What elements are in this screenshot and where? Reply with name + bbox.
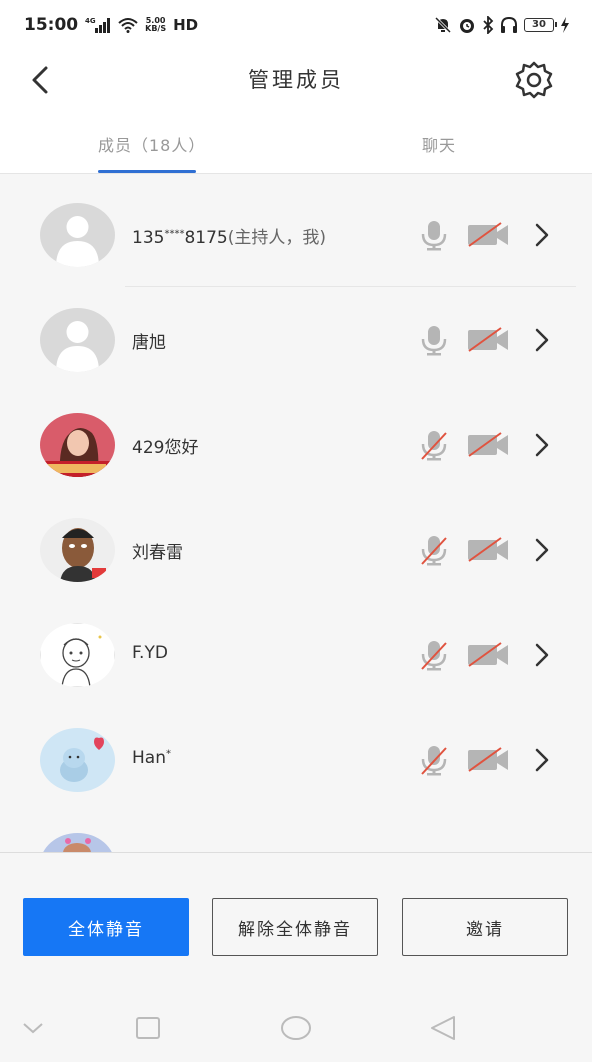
tab-members[interactable]: 成员（18人） [98, 132, 205, 156]
microphone-muted-icon[interactable] [420, 429, 448, 461]
chevron-right-icon[interactable] [532, 747, 552, 773]
chevron-right-icon[interactable] [532, 327, 552, 353]
battery-indicator: 30 [524, 18, 557, 32]
member-name: 429您好 [132, 438, 199, 458]
camera-off-icon[interactable] [467, 327, 509, 353]
photo-avatar [40, 413, 115, 477]
camera-off-icon[interactable] [467, 432, 509, 458]
charging-icon [561, 17, 569, 33]
member-name: 唐旭 [132, 333, 166, 353]
wifi-icon [118, 18, 138, 33]
camera-off-icon[interactable] [467, 222, 509, 248]
member-name: F.YD [132, 643, 168, 663]
chevron-right-icon[interactable] [532, 432, 552, 458]
status-bar: 15:00 4G 5.00 KB/S HD 30 [0, 0, 592, 50]
home-icon[interactable] [280, 1015, 312, 1041]
recent-apps-icon[interactable] [135, 1016, 161, 1040]
member-row[interactable]: 唐旭 [0, 287, 592, 392]
invite-button[interactable]: 邀请 [402, 898, 568, 956]
chevron-right-icon[interactable] [532, 537, 552, 563]
member-name-start: 135 [132, 228, 165, 248]
tab-chat[interactable]: 聊天 [422, 132, 456, 156]
member-row[interactable] [0, 812, 592, 852]
page-title: 管理成员 [248, 68, 344, 92]
default-avatar [40, 203, 115, 267]
chevron-right-icon[interactable] [532, 222, 552, 248]
default-avatar [40, 308, 115, 372]
camera-off-icon[interactable] [467, 747, 509, 773]
action-bar: 全体静音 解除全体静音 邀请 [0, 852, 592, 982]
microphone-muted-icon[interactable] [420, 534, 448, 566]
header: 管理成员 [0, 50, 592, 110]
alarm-icon [460, 19, 474, 33]
member-name: 135****8175(主持人，我) [132, 223, 326, 248]
member-name-text: Han [132, 748, 166, 768]
signal-icon: 4G [85, 17, 111, 33]
sketch-avatar [40, 623, 115, 687]
member-name-end: 8175 [184, 228, 228, 248]
hd-label: HD [173, 16, 199, 34]
member-row[interactable]: 135****8175(主持人，我) [0, 182, 592, 287]
gear-icon[interactable] [514, 60, 554, 100]
microphone-icon[interactable] [420, 324, 448, 356]
headphone-icon [501, 16, 517, 33]
active-tab-indicator [98, 170, 196, 173]
microphone-muted-icon[interactable] [420, 744, 448, 776]
collapse-chevron-icon[interactable] [22, 1022, 44, 1034]
microphone-icon[interactable] [420, 219, 448, 251]
bluetooth-icon [483, 16, 494, 34]
member-role: (主持人，我) [227, 228, 326, 248]
member-name: 刘春雷 [132, 543, 183, 563]
member-name-mask: **** [164, 228, 185, 240]
microphone-muted-icon[interactable] [420, 639, 448, 671]
status-right: 30 [434, 16, 570, 34]
member-name-sup: * [165, 748, 171, 760]
unmute-all-button[interactable]: 解除全体静音 [212, 898, 378, 956]
net-speed-unit: KB/S [145, 24, 167, 33]
member-row[interactable]: Han* [0, 707, 592, 812]
member-row[interactable]: F.YD [0, 602, 592, 707]
system-nav-bar [0, 982, 592, 1062]
svg-text:4G: 4G [85, 17, 96, 25]
member-list[interactable]: 135****8175(主持人，我) 唐旭 429您好 刘春雷 F.YD Han… [0, 182, 592, 852]
cartoon-avatar [40, 518, 115, 582]
camera-off-icon[interactable] [467, 537, 509, 563]
member-row[interactable]: 刘春雷 [0, 497, 592, 602]
mute-bell-icon [434, 16, 452, 34]
photo-avatar [40, 833, 115, 852]
member-row[interactable]: 429您好 [0, 392, 592, 497]
chevron-right-icon[interactable] [532, 642, 552, 668]
cartoon-avatar [40, 728, 115, 792]
tab-bar: 成员（18人） 聊天 [0, 110, 592, 174]
member-name: Han* [132, 748, 171, 768]
status-time: 15:00 [24, 15, 79, 35]
net-speed: 5.00 KB/S [145, 17, 166, 33]
mute-all-button[interactable]: 全体静音 [23, 898, 189, 956]
status-left: 15:00 4G 5.00 KB/S HD [24, 15, 198, 35]
back-nav-icon[interactable] [428, 1015, 458, 1041]
camera-off-icon[interactable] [467, 642, 509, 668]
